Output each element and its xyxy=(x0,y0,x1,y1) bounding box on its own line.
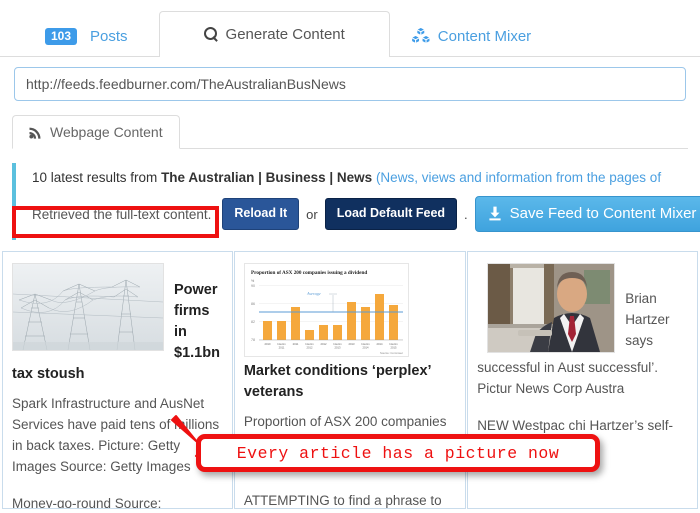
powerlines-photo xyxy=(12,263,164,351)
article-body: Spark Infrastructure and AusNet Services… xyxy=(12,393,223,509)
svg-text:Source: Commsec: Source: Commsec xyxy=(380,351,404,355)
svg-text:2014: 2014 xyxy=(376,342,382,346)
rss-icon xyxy=(29,125,43,139)
svg-text:2014: 2014 xyxy=(362,346,368,350)
svg-text:2011: 2011 xyxy=(278,346,284,350)
retrieval-status-text: Retrieved the full-text content. xyxy=(32,206,212,222)
svg-text:78: 78 xyxy=(251,338,255,342)
svg-text:2013: 2013 xyxy=(348,342,354,346)
feed-info-prefix: 10 latest results from xyxy=(32,170,162,185)
tab-content-mixer-label: Content Mixer xyxy=(437,27,532,45)
feed-info-panel: 10 latest results from The Australian | … xyxy=(12,163,700,240)
feed-url-input[interactable] xyxy=(14,67,686,101)
svg-text:Proportion of ASX 200 companie: Proportion of ASX 200 companies issuing … xyxy=(251,270,367,276)
svg-text:82: 82 xyxy=(251,320,255,324)
search-icon xyxy=(203,27,219,42)
period-separator: . xyxy=(464,206,468,222)
svg-text:2012: 2012 xyxy=(320,342,326,346)
url-row xyxy=(0,57,700,101)
download-icon xyxy=(488,206,502,221)
svg-text:2011: 2011 xyxy=(292,342,298,346)
feed-info-description: (News, views and information from the pa… xyxy=(372,170,662,185)
tab-generate-content[interactable]: Generate Content xyxy=(158,11,390,57)
subtab-webpage-content-label: Webpage Content xyxy=(50,124,163,140)
reload-it-button[interactable]: Reload It xyxy=(222,198,300,230)
tab-content-mixer[interactable]: Content Mixer xyxy=(390,15,552,56)
svg-text:Interim: Interim xyxy=(389,342,398,346)
article-paragraph: Spark Infrastructure and AusNet Services… xyxy=(12,396,220,474)
article-paragraph: Money-go-round Source: TheAustralian xyxy=(12,496,162,509)
feed-source-name: The Australian | Business | News xyxy=(161,170,373,185)
svg-text:86: 86 xyxy=(251,302,255,306)
save-feed-label: Save Feed to Content Mixer xyxy=(509,205,697,222)
article-paragraph: ATTEMPTING to find a phrase to describe xyxy=(243,493,442,508)
save-feed-to-content-mixer-button[interactable]: Save Feed to Content Mixer xyxy=(474,196,700,232)
brian-hartzer-photo xyxy=(487,263,616,353)
svg-text:2010: 2010 xyxy=(264,342,270,346)
svg-text:90: 90 xyxy=(251,284,255,288)
svg-text:Interim: Interim xyxy=(305,342,314,346)
svg-text:Average: Average xyxy=(306,291,321,296)
svg-text:Interim: Interim xyxy=(333,342,342,346)
tab-posts[interactable]: 103 Posts xyxy=(30,15,159,56)
posts-count-badge: 103 xyxy=(45,27,78,45)
dividend-bar-chart: Proportion of ASX 200 companies issuing … xyxy=(243,263,409,357)
feed-action-buttons: Retrieved the full-text content. Reload … xyxy=(32,196,700,232)
article-card[interactable]: Power firms in $1.1bn tax stoush Spark I… xyxy=(2,251,233,509)
content-subtabbar: Webpage Content xyxy=(12,113,688,149)
or-separator-label: or xyxy=(306,206,318,222)
svg-text:Interim: Interim xyxy=(277,342,286,346)
load-default-feed-button[interactable]: Load Default Feed xyxy=(324,198,458,230)
svg-text:Interim: Interim xyxy=(361,342,370,346)
feed-info-text: 10 latest results from The Australian | … xyxy=(32,169,688,187)
svg-text:2013: 2013 xyxy=(334,346,340,350)
annotation-callout: Every article has a picture now xyxy=(196,434,600,472)
tab-generate-content-label: Generate Content xyxy=(225,26,345,43)
annotation-callout-text: Every article has a picture now xyxy=(236,443,560,463)
cubes-icon xyxy=(410,27,431,45)
main-tabbar: 103 Posts Generate Content Content Mixer xyxy=(0,0,700,57)
svg-text:2015: 2015 xyxy=(390,346,396,350)
subtab-webpage-content[interactable]: Webpage Content xyxy=(12,115,180,149)
tab-posts-label: Posts xyxy=(90,27,128,45)
svg-text:2012: 2012 xyxy=(306,346,312,350)
